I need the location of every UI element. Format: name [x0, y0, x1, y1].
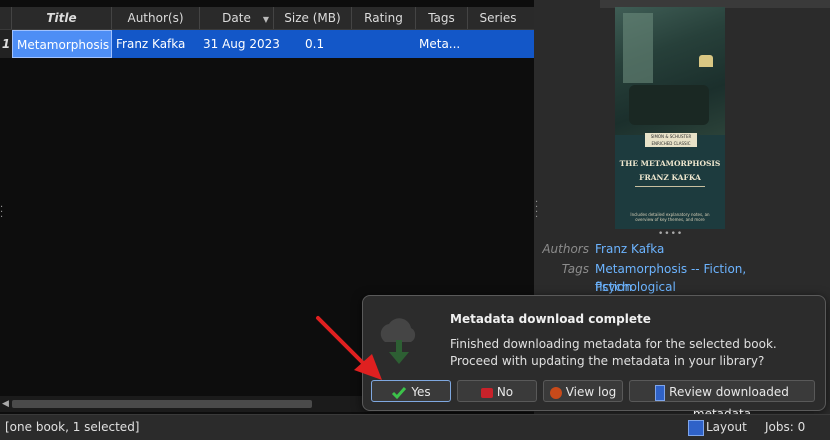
check-icon — [392, 386, 407, 399]
cell-title[interactable]: Metamorphosis — [12, 30, 112, 58]
column-header-date-label: Date — [222, 11, 251, 25]
cell-rating[interactable] — [352, 30, 412, 58]
book-cover[interactable]: SIMON & SCHUSTER ENRICHED CLASSIC THE ME… — [615, 7, 725, 229]
table-row[interactable]: 1 Metamorphosis Franz Kafka 31 Aug 2023 … — [0, 30, 534, 58]
cover-illustration — [615, 7, 725, 135]
sort-descending-icon: ▼ — [262, 15, 269, 24]
scroll-left-icon[interactable]: ◀ — [2, 399, 9, 409]
cell-tags[interactable]: Meta... — [419, 30, 467, 58]
cover-blurb: Includes detailed explanatory notes, an … — [630, 212, 710, 222]
cover-author: FRANZ KAFKA — [639, 173, 701, 182]
metadata-download-popup: Metadata download complete Finished down… — [362, 295, 826, 421]
column-header-size[interactable]: Size (MB) — [274, 7, 352, 29]
cover-bed — [629, 85, 709, 125]
column-header-tags[interactable]: Tags — [416, 7, 468, 29]
popup-message: Finished downloading metadata for the se… — [450, 337, 777, 368]
scrollbar-thumb[interactable] — [12, 400, 312, 408]
jobs-indicator[interactable]: Jobs: 0 — [765, 420, 805, 434]
view-log-button-label: View log — [565, 385, 617, 399]
cell-date[interactable]: 31 Aug 2023 — [203, 30, 283, 58]
cell-size[interactable]: 0.1 — [305, 30, 345, 58]
tags-link-line2[interactable]: fiction — [595, 278, 632, 296]
row-number-header — [0, 7, 12, 29]
row-number: 1 — [0, 30, 12, 58]
left-splitter-handle[interactable]: · · · — [0, 203, 3, 223]
tags-label: Tags — [561, 262, 589, 276]
layout-label: Layout — [706, 420, 747, 434]
no-button-label: No — [496, 385, 514, 399]
yes-button[interactable]: Yes — [371, 380, 451, 402]
column-header-authors[interactable]: Author(s) — [112, 7, 200, 29]
cell-series[interactable] — [468, 30, 528, 58]
cover-title: THE METAMORPHOSIS — [619, 159, 721, 168]
no-button[interactable]: No — [457, 380, 537, 402]
selection-status: [one book, 1 selected] — [5, 420, 140, 434]
cover-divider — [635, 186, 705, 187]
cover-window — [623, 13, 653, 83]
row-cells[interactable]: Metamorphosis Franz Kafka 31 Aug 2023 0.… — [12, 30, 534, 58]
red-arrow-annotation — [316, 316, 382, 380]
cover-resize-handle[interactable]: •••• — [658, 229, 683, 239]
bug-icon — [549, 386, 562, 399]
cover-badge: SIMON & SCHUSTER ENRICHED CLASSIC — [645, 133, 697, 147]
no-icon — [480, 387, 493, 398]
column-header-series[interactable]: Series — [468, 7, 528, 29]
yes-button-label: Yes — [411, 385, 431, 399]
view-log-button[interactable]: View log — [543, 380, 623, 402]
column-header-title[interactable]: Title — [12, 7, 112, 29]
cover-lamp — [699, 55, 713, 67]
review-icon — [655, 384, 666, 401]
cell-author[interactable]: Franz Kafka — [116, 30, 200, 58]
column-header-date[interactable]: Date ▼ — [200, 7, 274, 29]
status-bar: [one book, 1 selected] Layout Jobs: 0 — [0, 414, 830, 440]
popup-title: Metadata download complete — [450, 312, 651, 326]
splitter-handle[interactable]: · · · · — [535, 198, 538, 223]
column-header-rating[interactable]: Rating — [352, 7, 416, 29]
review-metadata-button[interactable]: Review downloaded metadata — [629, 380, 815, 421]
authors-link[interactable]: Franz Kafka — [595, 240, 664, 258]
authors-label: Authors — [542, 242, 589, 256]
layout-icon — [688, 420, 704, 436]
table-header: Title Author(s) Date ▼ Size (MB) Rating T… — [0, 7, 534, 30]
